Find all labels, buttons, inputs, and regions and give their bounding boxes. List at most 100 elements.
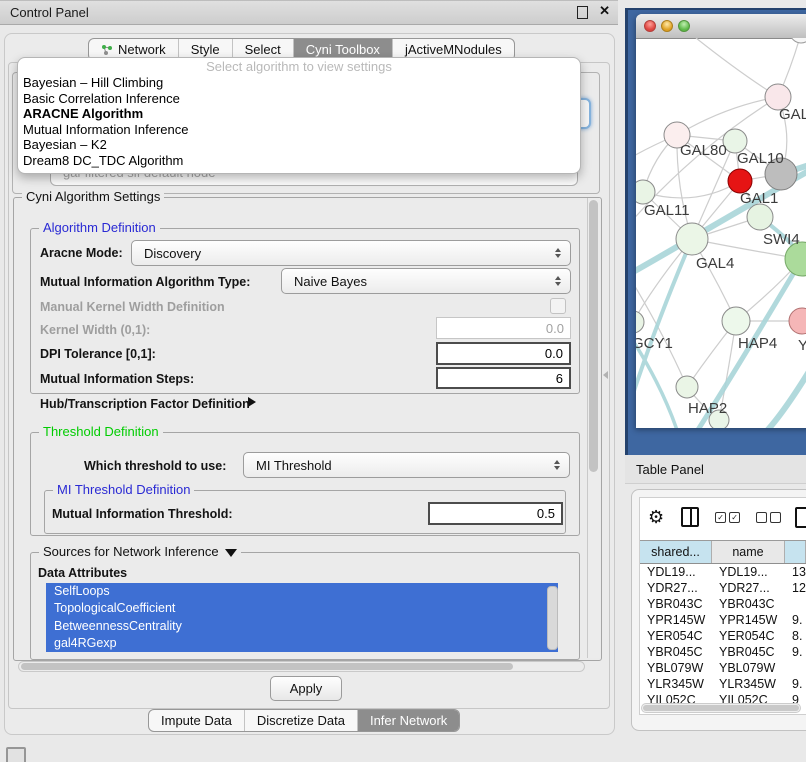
node-table: shared... name YDL19...YDL19...13YDR27..… — [640, 540, 806, 703]
table-cell: YBR045C — [712, 645, 785, 659]
sources-group-title-text: Sources for Network Inference — [43, 544, 219, 559]
attributes-list-scrollbar[interactable] — [547, 586, 558, 650]
unchecked-box — [756, 512, 767, 523]
docked-panel-icon[interactable] — [6, 747, 26, 762]
algorithm-option[interactable]: Mutual Information Inference — [18, 122, 580, 138]
dpi-tolerance-field[interactable]: 0.0 — [436, 342, 571, 365]
mi-algorithm-type-combo[interactable]: Naive Bayes — [281, 268, 571, 294]
kernel-width-value: 0.0 — [546, 321, 564, 336]
network-node-gcy1[interactable] — [636, 311, 644, 333]
dpi-tolerance-label: DPI Tolerance [0,1]: — [40, 347, 156, 361]
checked-box: ✓ — [729, 512, 740, 523]
mi-threshold-label: Mutual Information Threshold: — [52, 507, 233, 521]
table-cell: YIL052C — [712, 693, 785, 703]
tab-label: Infer Network — [370, 713, 447, 728]
scrollbar-thumb[interactable] — [589, 200, 598, 472]
network-node-gal11[interactable] — [636, 180, 655, 204]
node-label: HAP2 — [688, 400, 727, 417]
scrollbar-thumb[interactable] — [643, 705, 799, 711]
table-row[interactable]: YER054CYER054C8. — [640, 628, 806, 644]
algorithm-definition-title: Algorithm Definition — [39, 220, 160, 235]
network-node-hap2[interactable] — [676, 376, 698, 398]
data-attributes-list: SelfLoopsTopologicalCoefficientBetweenne… — [46, 583, 558, 652]
column-header-clipped[interactable] — [785, 541, 806, 563]
network-canvas[interactable]: GALGAL80GAL10GAL1GAL11SWI4GAL4GCY1HAP4YH… — [636, 38, 806, 428]
table-toolbar: ⚙ ✓ ✓ — [645, 503, 806, 531]
splitter-handle-icon[interactable] — [603, 371, 608, 379]
table-row[interactable]: YDR27...YDR27...12 — [640, 580, 806, 596]
network-window-titlebar[interactable] — [636, 14, 806, 39]
node-label: GCY1 — [636, 335, 673, 352]
collapse-right-arrow-icon[interactable] — [248, 397, 256, 407]
gear-icon[interactable]: ⚙ — [648, 507, 664, 528]
algorithm-dropdown-placeholder: Select algorithm to view settings — [18, 58, 580, 75]
table-row[interactable]: YIL052CYIL052C9 — [640, 692, 806, 703]
column-header-shared-name[interactable]: shared... — [640, 541, 712, 563]
table-row[interactable]: YBL079WYBL079W — [640, 660, 806, 676]
network-node-y[interactable] — [789, 308, 806, 334]
network-node-hap4[interactable] — [722, 307, 750, 335]
algorithm-option[interactable]: Bayesian – Hill Climbing — [18, 75, 580, 91]
network-node-gal4[interactable] — [676, 223, 708, 255]
manual-kernel-width-checkbox[interactable] — [550, 298, 566, 314]
tab-label: Select — [245, 42, 281, 57]
collapse-down-arrow-icon[interactable] — [225, 549, 237, 557]
kernel-width-field[interactable]: 0.0 — [436, 317, 571, 339]
close-traffic-light[interactable] — [644, 20, 656, 32]
unchecked-boxes-icon[interactable] — [756, 512, 781, 523]
close-icon[interactable]: ✕ — [599, 3, 610, 19]
settings-horizontal-scrollbar[interactable] — [18, 661, 585, 672]
column-layout-icon[interactable] — [681, 507, 699, 527]
table-row[interactable]: YBR045CYBR045C9. — [640, 644, 806, 660]
table-row[interactable]: YDL19...YDL19...13 — [640, 564, 806, 580]
mi-threshold-field[interactable]: 0.5 — [428, 502, 563, 525]
which-threshold-combo[interactable]: MI Threshold — [243, 452, 570, 478]
tab-discretize-data[interactable]: Discretize Data — [245, 710, 358, 731]
checked-boxes-icon[interactable]: ✓ ✓ — [715, 512, 740, 523]
aracne-mode-combo[interactable]: Discovery — [131, 240, 571, 266]
table-row[interactable]: YPR145WYPR145W9. — [640, 612, 806, 628]
data-attribute-item[interactable]: SelfLoops — [46, 583, 558, 600]
data-attribute-item[interactable]: gal4RGexp — [46, 635, 558, 652]
algorithm-dropdown-list: Select algorithm to view settings Bayesi… — [17, 57, 581, 174]
dpi-tolerance-value: 0.0 — [545, 346, 563, 361]
table-horizontal-scrollbar[interactable] — [641, 703, 801, 713]
apply-button[interactable]: Apply — [270, 676, 342, 701]
tab-impute-data[interactable]: Impute Data — [149, 710, 245, 731]
algorithm-option[interactable]: Basic Correlation Inference — [18, 91, 580, 107]
zoom-traffic-light[interactable] — [678, 20, 690, 32]
settings-vertical-scrollbar[interactable] — [587, 198, 600, 658]
threshold-definition-title: Threshold Definition — [39, 424, 163, 439]
which-threshold-value: MI Threshold — [256, 458, 332, 473]
document-icon[interactable] — [795, 507, 806, 528]
network-icon — [101, 44, 113, 56]
data-attribute-item[interactable]: BetweennessCentrality — [46, 618, 558, 635]
table-row[interactable]: YBR043CYBR043C — [640, 596, 806, 612]
float-icon[interactable] — [577, 6, 588, 19]
data-attribute-item[interactable]: TopologicalCoefficient — [46, 600, 558, 617]
table-cell: 9. — [785, 613, 806, 627]
node-label: GAL80 — [680, 142, 727, 159]
algorithm-option[interactable]: Dream8 DC_TDC Algorithm — [18, 153, 580, 169]
sources-group-title: Sources for Network Inference — [39, 544, 241, 559]
combo-stepper-icon — [554, 457, 560, 473]
tab-label: Style — [191, 42, 220, 57]
column-header-name[interactable]: name — [712, 541, 785, 563]
table-row[interactable]: YLR345WYLR345W9. — [640, 676, 806, 692]
table-cell: 12 — [785, 581, 806, 595]
mi-steps-field[interactable]: 6 — [436, 367, 571, 389]
aracne-mode-value: Discovery — [144, 246, 201, 261]
table-cell: 13 — [785, 565, 806, 579]
tab-infer-network[interactable]: Infer Network — [358, 710, 459, 731]
algorithm-option[interactable]: Bayesian – K2 — [18, 137, 580, 153]
table-cell: YDR27... — [640, 581, 712, 595]
tab-label: Network — [118, 42, 166, 57]
scrollbar-thumb[interactable] — [21, 663, 513, 670]
mi-steps-label: Mutual Information Steps: — [40, 372, 194, 386]
network-node[interactable] — [790, 38, 806, 43]
manual-kernel-width-label: Manual Kernel Width Definition — [40, 300, 225, 314]
minimize-traffic-light[interactable] — [661, 20, 673, 32]
algorithm-option[interactable]: ARACNE Algorithm — [18, 106, 580, 122]
network-node-swi4[interactable] — [747, 204, 773, 230]
node-label: HAP4 — [738, 335, 777, 352]
